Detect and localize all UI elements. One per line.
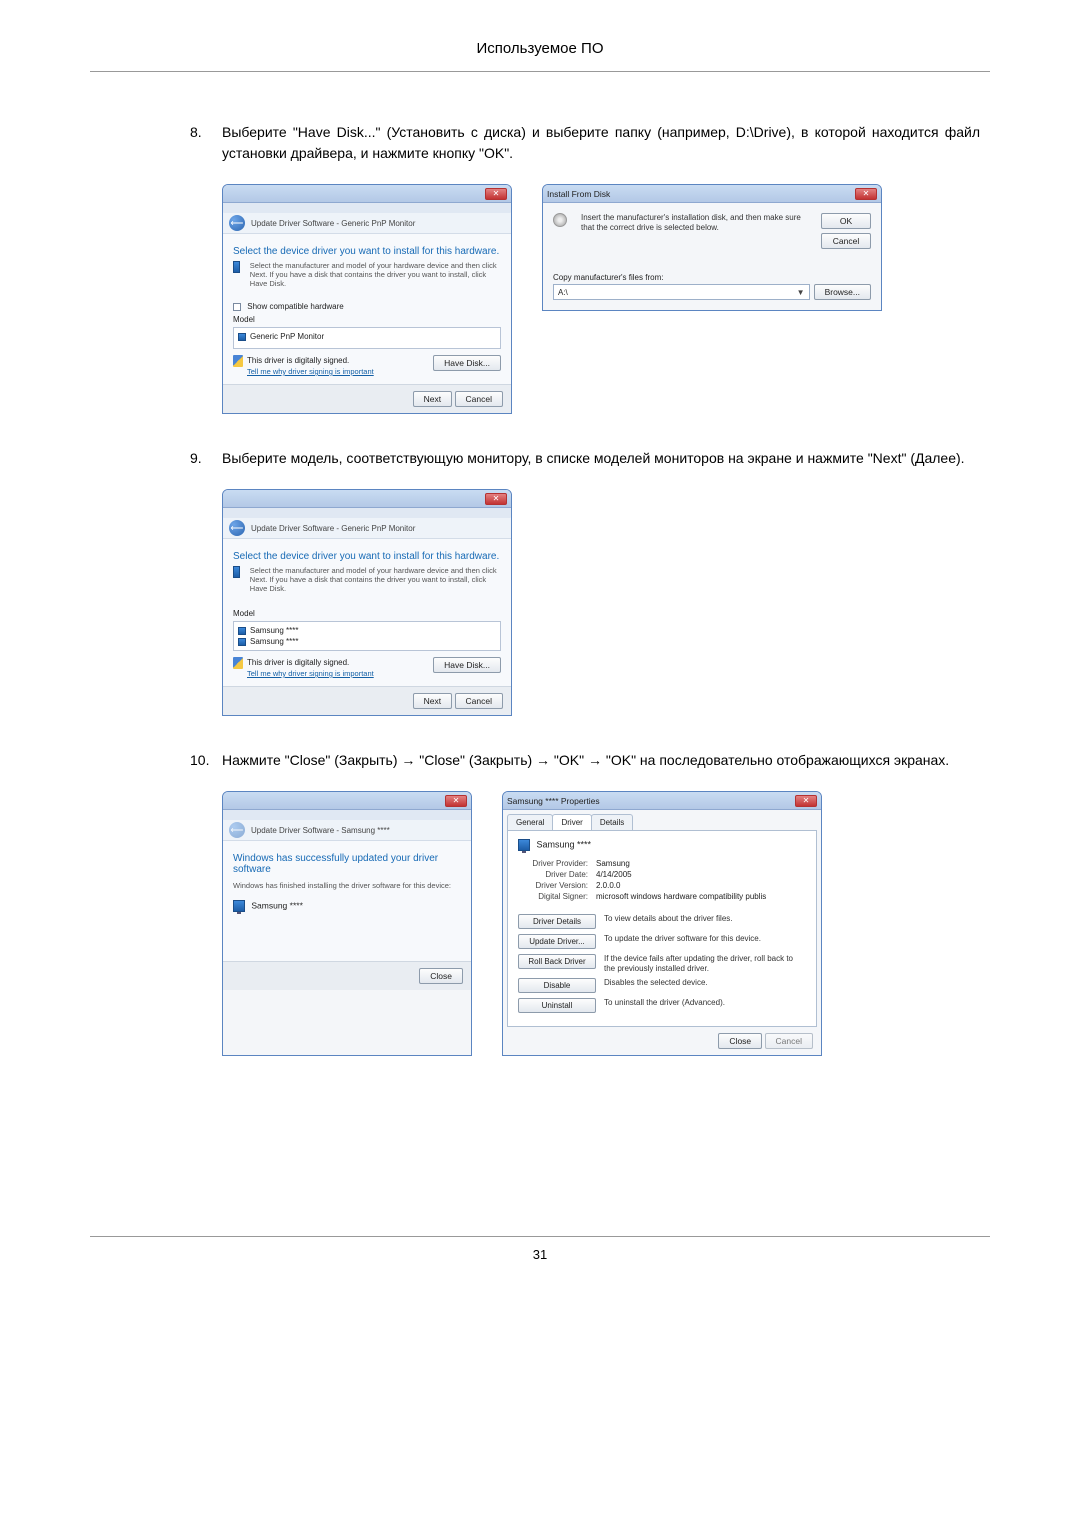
step-9-number: 9.	[190, 448, 222, 469]
step-10-number: 10.	[190, 750, 222, 771]
cancel-button[interactable]: Cancel	[455, 693, 503, 709]
driver-details-button[interactable]: Driver Details	[518, 914, 596, 929]
monitor-icon	[233, 261, 240, 273]
monitor-icon	[233, 900, 245, 912]
dialog-heading: Select the device driver you want to ins…	[233, 246, 501, 257]
tab-details[interactable]: Details	[591, 814, 633, 830]
model-list[interactable]: Generic PnP Monitor	[233, 327, 501, 349]
step-10: 10. Нажмите "Close" (Закрыть) → "Close" …	[190, 750, 980, 771]
cancel-button: Cancel	[765, 1033, 813, 1049]
disable-button[interactable]: Disable	[518, 978, 596, 993]
drive-dropdown[interactable]: A:\ ▼	[553, 284, 810, 300]
dialog-update-driver-2: ✕ ⟵ Update Driver Software - Generic PnP…	[222, 489, 512, 716]
dialog-install-from-disk: Install From Disk ✕ Insert the manufactu…	[542, 184, 882, 311]
copy-files-label: Copy manufacturer's files from:	[543, 273, 881, 282]
chevron-down-icon: ▼	[797, 288, 805, 297]
cancel-button[interactable]: Cancel	[821, 233, 871, 249]
update-driver-button[interactable]: Update Driver...	[518, 934, 596, 949]
breadcrumb: Update Driver Software - Generic PnP Mon…	[251, 219, 415, 228]
dialog-title: Install From Disk	[547, 189, 855, 199]
step-8: 8. Выберите "Have Disk..." (Установить с…	[190, 122, 980, 164]
have-disk-button[interactable]: Have Disk...	[433, 355, 501, 371]
close-icon[interactable]: ✕	[445, 795, 467, 807]
ok-button[interactable]: OK	[821, 213, 871, 229]
next-button[interactable]: Next	[413, 391, 452, 407]
disk-icon	[553, 213, 567, 227]
breadcrumb: Update Driver Software - Samsung ****	[251, 826, 390, 835]
back-icon[interactable]: ⟵	[229, 215, 245, 231]
monitor-icon	[518, 839, 530, 851]
show-compatible-checkbox[interactable]	[233, 303, 241, 311]
back-icon[interactable]: ⟵	[229, 520, 245, 536]
close-icon[interactable]: ✕	[795, 795, 817, 807]
model-list[interactable]: Samsung **** Samsung ****	[233, 621, 501, 651]
close-icon[interactable]: ✕	[855, 188, 877, 200]
dialog-device-properties: Samsung **** Properties ✕ General Driver…	[502, 791, 822, 1056]
breadcrumb: Update Driver Software - Generic PnP Mon…	[251, 524, 415, 533]
monitor-icon	[238, 333, 246, 341]
tab-general[interactable]: General	[507, 814, 553, 830]
browse-button[interactable]: Browse...	[814, 284, 871, 300]
close-button[interactable]: Close	[718, 1033, 762, 1049]
dialog-description: Insert the manufacturer's installation d…	[581, 213, 813, 249]
shield-icon	[233, 355, 243, 367]
show-compatible-label: Show compatible hardware	[247, 302, 344, 311]
back-icon: ⟵	[229, 822, 245, 838]
close-icon[interactable]: ✕	[485, 188, 507, 200]
dialog-title: Samsung **** Properties	[507, 796, 795, 806]
model-list-label: Model	[233, 609, 501, 618]
dialog-update-driver-1: ✕ ⟵ Update Driver Software - Generic PnP…	[222, 184, 512, 414]
uninstall-button[interactable]: Uninstall	[518, 998, 596, 1013]
shield-icon	[233, 657, 243, 669]
page-number: 31	[90, 1236, 990, 1262]
step-9-text: Выберите модель, соответствующую монитор…	[222, 448, 980, 469]
tab-driver[interactable]: Driver	[552, 814, 591, 830]
dialog-subtext: Windows has finished installing the driv…	[233, 881, 461, 890]
dialog-heading: Select the device driver you want to ins…	[233, 551, 501, 562]
cancel-button[interactable]: Cancel	[455, 391, 503, 407]
rollback-driver-button[interactable]: Roll Back Driver	[518, 954, 596, 969]
have-disk-button[interactable]: Have Disk...	[433, 657, 501, 673]
signing-info-link[interactable]: Tell me why driver signing is important	[247, 367, 374, 376]
monitor-icon	[238, 627, 246, 635]
dialog-heading: Windows has successfully updated your dr…	[233, 853, 461, 875]
page-header: Используемое ПО	[90, 40, 990, 72]
step-8-text: Выберите "Have Disk..." (Установить с ди…	[222, 122, 980, 164]
dialog-description: Select the manufacturer and model of you…	[250, 261, 501, 288]
dialog-description: Select the manufacturer and model of you…	[250, 566, 501, 593]
dialog-update-success: ✕ ⟵ Update Driver Software - Samsung ***…	[222, 791, 472, 1056]
model-list-label: Model	[233, 315, 501, 324]
monitor-icon	[238, 638, 246, 646]
next-button[interactable]: Next	[413, 693, 452, 709]
step-8-number: 8.	[190, 122, 222, 164]
close-button[interactable]: Close	[419, 968, 463, 984]
monitor-icon	[233, 566, 240, 578]
signing-info-link[interactable]: Tell me why driver signing is important	[247, 669, 374, 678]
step-9: 9. Выберите модель, соответствующую мони…	[190, 448, 980, 469]
step-10-text: Нажмите "Close" (Закрыть) → "Close" (Зак…	[222, 750, 980, 771]
close-icon[interactable]: ✕	[485, 493, 507, 505]
